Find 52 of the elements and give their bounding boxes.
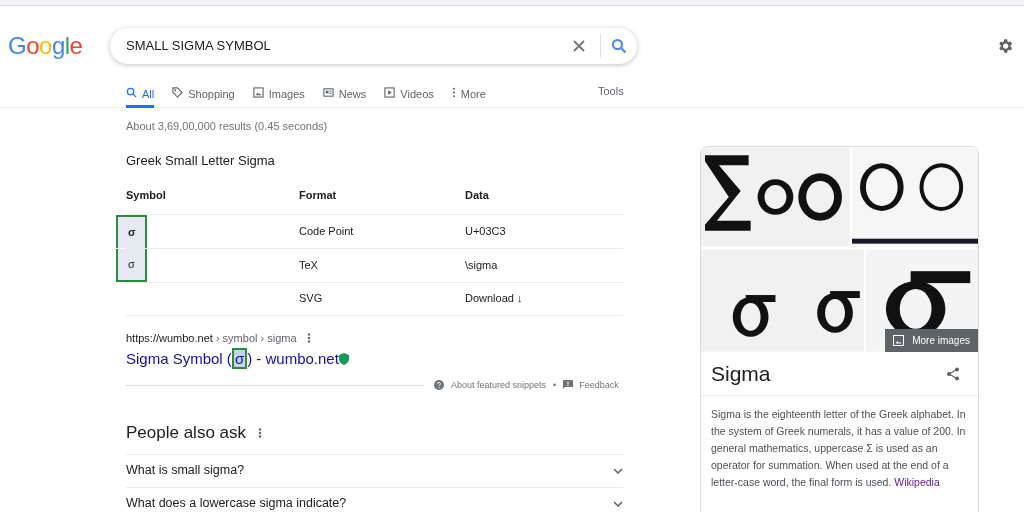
tools-button[interactable]: Tools <box>598 83 624 107</box>
chevron-down-icon <box>613 467 623 474</box>
tab[interactable]: News <box>322 86 367 108</box>
column-header: Symbol <box>126 176 299 214</box>
separator-dot: • <box>553 378 557 392</box>
result-url[interactable]: https://wumbo.net › symbol › sigma <box>126 329 297 346</box>
section-heading: People also ask <box>126 422 247 444</box>
question-row[interactable]: What is small sigma? <box>126 453 623 487</box>
column-header: Format <box>299 176 465 214</box>
table-cell: U+03C3 <box>465 224 506 237</box>
tab[interactable]: Videos <box>384 86 434 108</box>
highlighted-cell: σ <box>116 214 147 248</box>
google-logo[interactable]: Google <box>8 28 110 64</box>
more-options-icon[interactable] <box>258 427 263 438</box>
tab[interactable]: Shopping <box>172 86 235 108</box>
search-field[interactable]: SMALL SIGMA SYMBOL <box>110 28 637 64</box>
more-images-button[interactable]: More images <box>885 329 978 352</box>
tag-icon <box>172 87 184 98</box>
chevron-down-icon <box>613 500 623 507</box>
share-icon[interactable] <box>946 366 960 381</box>
image-icon <box>252 87 264 98</box>
column-header: Data <box>465 176 623 214</box>
table-cell: SVG <box>299 292 323 305</box>
result-title-link[interactable]: Sigma Symbol ( σ ) - wumbo.net <box>126 348 339 371</box>
feedback-icon[interactable] <box>563 380 574 391</box>
search-icon[interactable] <box>611 38 627 54</box>
search-icon <box>126 87 137 98</box>
panel-description: Sigma is the eighteenth letter of the Greek alphabet. In the system of Greek numerals, it has a value of 200. In general mathematics, uppercase Σ is used as an operator for summation. When used at the end of a letter-case word, the final form is used. Wikipedia <box>710 407 967 490</box>
table-cell: Code Point <box>299 224 354 237</box>
feedback-link[interactable]: Feedback <box>579 378 619 392</box>
wikipedia-link[interactable]: Wikipedia <box>894 476 940 488</box>
question-row[interactable]: What does a lowercase sigma indicate? <box>126 486 623 512</box>
more-options-icon[interactable] <box>306 332 311 343</box>
highlighted-cell: σ <box>116 248 147 282</box>
tab[interactable]: All <box>126 86 155 108</box>
tab[interactable]: More <box>451 86 486 108</box>
snippet-heading: Greek Small Letter Sigma <box>126 151 276 170</box>
newspaper-icon <box>322 87 334 98</box>
table-cell: Download ↓ <box>465 292 523 305</box>
table-cell: \sigma <box>465 258 498 271</box>
shield-icon <box>338 353 349 366</box>
table-cell: TeX <box>299 258 318 271</box>
play-icon <box>384 87 396 98</box>
image-icon <box>893 335 905 346</box>
tab[interactable]: Images <box>252 86 305 108</box>
panel-title: Sigma <box>711 360 771 387</box>
result-stats: About 3,69,00,000 results (0.45 seconds) <box>126 119 329 134</box>
about-snippets-link[interactable]: About featured snippets <box>451 378 547 392</box>
help-icon[interactable] <box>434 380 444 391</box>
close-icon[interactable] <box>572 39 586 53</box>
search-query: SMALL SIGMA SYMBOL <box>126 37 272 56</box>
dots-icon <box>451 87 456 98</box>
